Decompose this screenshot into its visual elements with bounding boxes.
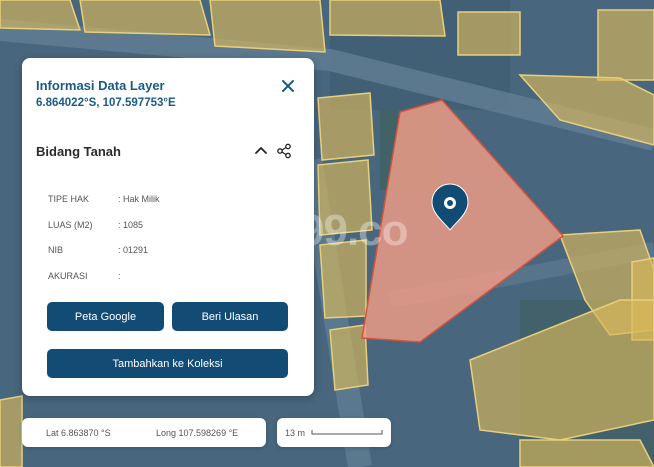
chevron-up-icon[interactable] bbox=[254, 144, 268, 158]
google-maps-button[interactable]: Peta Google bbox=[47, 302, 164, 331]
field-label: NIB bbox=[48, 245, 64, 255]
panel-coordinates: 6.864022°S, 107.597753°E bbox=[36, 97, 176, 109]
scale-label: 13 m bbox=[285, 428, 306, 438]
longitude-readout: Long 107.598269 °E bbox=[156, 428, 239, 438]
section-title: Bidang Tanah bbox=[36, 144, 121, 159]
share-icon[interactable] bbox=[276, 143, 292, 159]
field-value: : 1085 bbox=[118, 220, 144, 230]
field-label: LUAS (M2) bbox=[48, 220, 93, 230]
panel-title: Informasi Data Layer bbox=[36, 78, 165, 93]
close-icon[interactable] bbox=[280, 78, 296, 94]
field-value: : 01291 bbox=[118, 245, 149, 255]
field-label: TIPE HAK bbox=[48, 194, 90, 204]
review-button[interactable]: Beri Ulasan bbox=[172, 302, 288, 331]
field-value: : Hak Milik bbox=[118, 194, 160, 204]
scale-line bbox=[311, 430, 383, 435]
cursor-coordinates: Lat 6.863870 °S Long 107.598269 °E bbox=[22, 418, 266, 447]
add-to-collection-button[interactable]: Tambahkan ke Koleksi bbox=[47, 349, 288, 378]
watermark: 99.co bbox=[300, 206, 409, 255]
field-label: AKURASI bbox=[48, 271, 88, 281]
info-panel: Informasi Data Layer 6.864022°S, 107.597… bbox=[22, 58, 314, 396]
scale-bar: 13 m bbox=[277, 418, 391, 447]
field-value: : bbox=[118, 271, 121, 281]
latitude-readout: Lat 6.863870 °S bbox=[46, 428, 111, 438]
